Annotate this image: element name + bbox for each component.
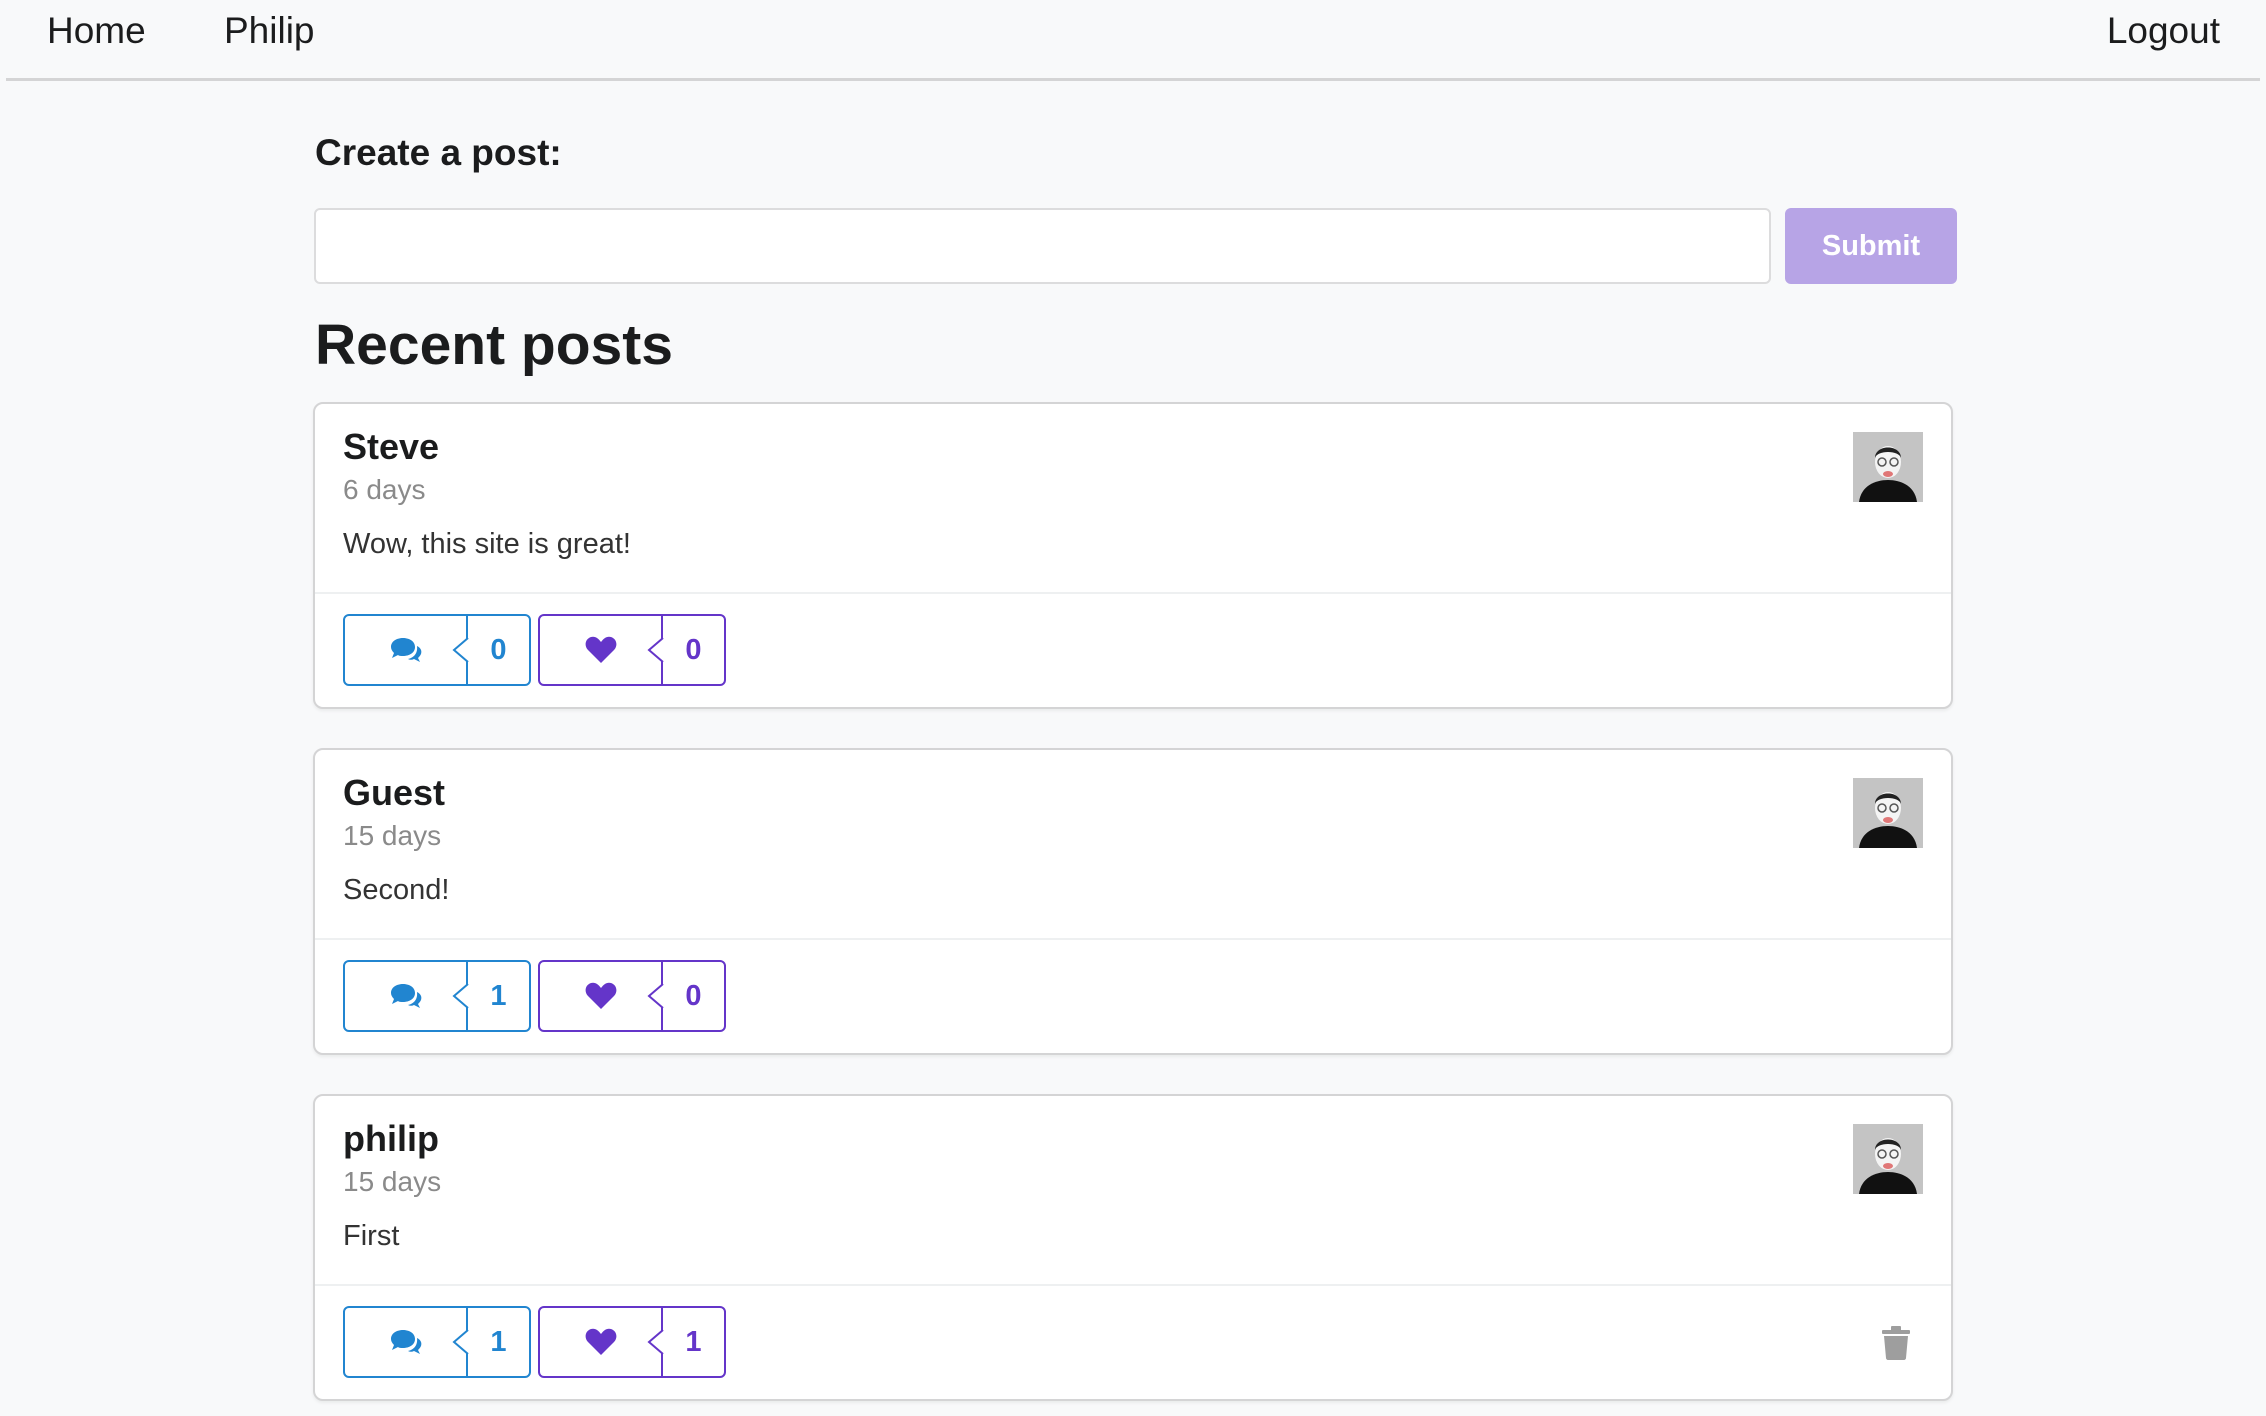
avatar: [1853, 1124, 1923, 1194]
post-author[interactable]: philip: [343, 1118, 439, 1160]
comment-button[interactable]: 1: [343, 960, 531, 1032]
heart-icon: [540, 962, 661, 1030]
recent-posts-heading: Recent posts: [315, 313, 673, 377]
avatar-image: [1853, 432, 1923, 502]
post-input[interactable]: [314, 208, 1771, 284]
comment-count: 1: [490, 979, 507, 1012]
post-author[interactable]: Guest: [343, 772, 445, 814]
nav-user-link[interactable]: Philip: [224, 10, 315, 52]
card-divider: [315, 938, 1951, 940]
avatar: [1853, 432, 1923, 502]
comments-icon: [345, 962, 466, 1030]
trash-icon[interactable]: [1881, 1326, 1911, 1360]
post-timestamp: 15 days: [343, 820, 442, 851]
heart-icon: [540, 1308, 661, 1376]
comments-icon: [345, 1308, 466, 1376]
post-author[interactable]: Steve: [343, 426, 439, 468]
comment-button[interactable]: 0: [343, 614, 531, 686]
like-button[interactable]: 0: [538, 614, 726, 686]
avatar-image: [1853, 1124, 1923, 1194]
avatar-image: [1853, 778, 1923, 848]
top-navigation: Home Philip Logout: [6, 0, 2260, 81]
comment-count: 0: [490, 633, 507, 666]
nav-home-link[interactable]: Home: [47, 10, 146, 52]
comment-count: 1: [490, 1325, 507, 1358]
create-post-label: Create a post:: [315, 132, 562, 173]
avatar: [1853, 778, 1923, 848]
post-text: Wow, this site is great!: [343, 528, 631, 560]
card-divider: [315, 1284, 1951, 1286]
like-count: 0: [685, 979, 702, 1012]
post-text: First: [343, 1220, 400, 1252]
comment-button[interactable]: 1: [343, 1306, 531, 1378]
like-button[interactable]: 0: [538, 960, 726, 1032]
comments-icon: [345, 616, 466, 684]
like-count: 1: [685, 1325, 702, 1358]
like-button[interactable]: 1: [538, 1306, 726, 1378]
heart-icon: [540, 616, 661, 684]
nav-logout-link[interactable]: Logout: [2107, 10, 2220, 52]
post-card: Guest 15 days Second! 1 0: [313, 748, 1953, 1055]
post-card: Steve 6 days Wow, this site is great! 0 …: [313, 402, 1953, 709]
post-timestamp: 6 days: [343, 474, 426, 505]
card-divider: [315, 592, 1951, 594]
post-text: Second!: [343, 874, 450, 906]
like-count: 0: [685, 633, 702, 666]
submit-button[interactable]: Submit: [1785, 208, 1957, 284]
post-timestamp: 15 days: [343, 1166, 442, 1197]
post-card: philip 15 days First 1 1: [313, 1094, 1953, 1401]
